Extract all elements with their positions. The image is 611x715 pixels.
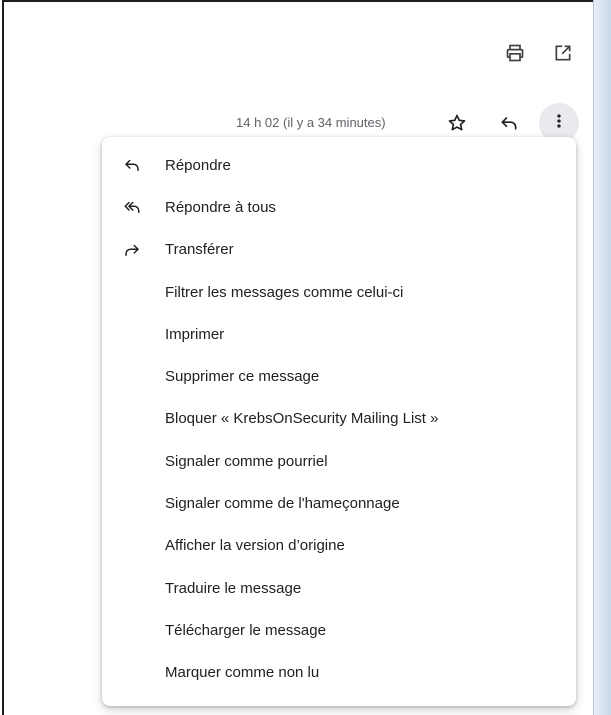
- message-options-menu: Répondre Répondre à tous Transférer Filt…: [102, 137, 576, 706]
- message-toolbar: [502, 40, 576, 66]
- reply-icon: [122, 155, 142, 175]
- menu-item-reply[interactable]: Répondre: [102, 144, 576, 186]
- menu-item-show-original[interactable]: Afficher la version d’origine: [102, 525, 576, 567]
- menu-item-filter-similar[interactable]: Filtrer les messages comme celui-ci: [102, 271, 576, 313]
- menu-item-block-sender[interactable]: Bloquer « KrebsOnSecurity Mailing List »: [102, 398, 576, 440]
- menu-item-mark-unread[interactable]: Marquer comme non lu: [102, 652, 576, 694]
- menu-item-translate[interactable]: Traduire le message: [102, 567, 576, 609]
- menu-item-report-phishing[interactable]: Signaler comme de l'hameçonnage: [102, 482, 576, 524]
- menu-item-label: Traduire le message: [165, 579, 302, 597]
- menu-item-forward[interactable]: Transférer: [102, 229, 576, 271]
- print-icon[interactable]: [502, 40, 528, 66]
- menu-item-report-spam[interactable]: Signaler comme pourriel: [102, 440, 576, 482]
- email-pane: 14 h 02 (il y a 34 minutes) Répondre Rép…: [2, 0, 596, 715]
- menu-item-label: Marquer comme non lu: [165, 664, 320, 682]
- message-timestamp: 14 h 02 (il y a 34 minutes): [236, 115, 386, 130]
- menu-item-delete[interactable]: Supprimer ce message: [102, 355, 576, 397]
- window-edge: [593, 0, 611, 715]
- open-in-new-window-icon[interactable]: [550, 40, 576, 66]
- menu-item-label: Bloquer « KrebsOnSecurity Mailing List »: [165, 410, 439, 428]
- menu-item-label: Signaler comme pourriel: [165, 452, 328, 470]
- menu-item-reply-all[interactable]: Répondre à tous: [102, 186, 576, 228]
- menu-item-label: Répondre: [165, 156, 231, 174]
- menu-item-label: Supprimer ce message: [165, 368, 320, 386]
- message-header: 14 h 02 (il y a 34 minutes): [4, 102, 596, 143]
- menu-item-label: Filtrer les messages comme celui-ci: [165, 283, 404, 301]
- more-vert-icon: [549, 111, 569, 136]
- menu-item-label: Télécharger le message: [165, 621, 326, 639]
- menu-item-label: Transférer: [165, 241, 234, 259]
- forward-icon: [122, 240, 142, 260]
- menu-item-print[interactable]: Imprimer: [102, 313, 576, 355]
- menu-item-download[interactable]: Télécharger le message: [102, 609, 576, 651]
- menu-item-label: Imprimer: [165, 325, 225, 343]
- menu-item-label: Signaler comme de l'hameçonnage: [165, 495, 400, 513]
- reply-icon[interactable]: [496, 110, 522, 136]
- star-icon[interactable]: [444, 110, 470, 136]
- menu-item-label: Répondre à tous: [165, 198, 276, 216]
- menu-item-label: Afficher la version d’origine: [165, 537, 345, 555]
- reply-all-icon: [122, 197, 142, 217]
